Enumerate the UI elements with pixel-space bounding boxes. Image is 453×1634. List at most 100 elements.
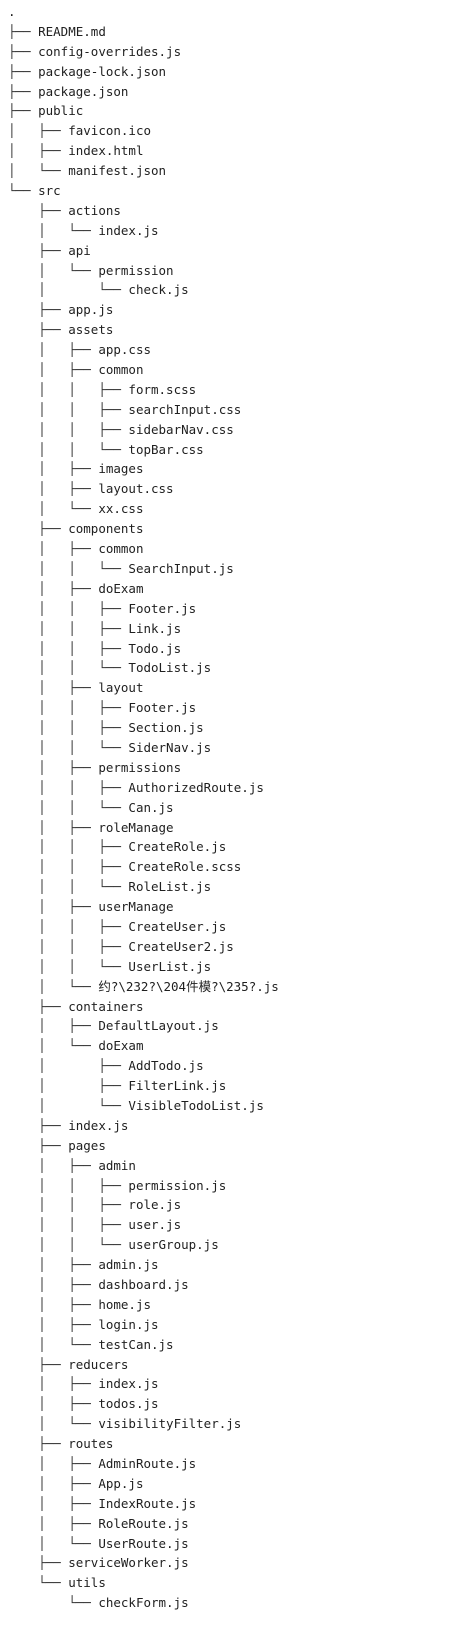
tree-line: │ │ ├── user.js [8,1215,279,1235]
tree-line: │ │ ├── role.js [8,1195,279,1215]
tree-entry-name: IndexRoute.js [98,1495,197,1511]
tree-line: │ ├── FilterLink.js [8,1076,279,1096]
tree-line: │ └── doExam [8,1036,279,1056]
tree-line: ├── index.js [8,1116,279,1136]
tree-entry-name: visibilityFilter.js [98,1416,242,1432]
tree-line: . [8,2,279,22]
tree-branch-prefix: ├── [8,521,69,537]
tree-entry-name: AddTodo.js [128,1058,204,1074]
tree-branch-prefix: │ └── [8,978,99,994]
tree-line: │ │ └── SearchInput.js [8,559,279,579]
tree-line: │ │ ├── CreateRole.js [8,837,279,857]
tree-branch-prefix: │ │ └── [8,799,129,815]
tree-branch-prefix: │ ├── [8,1296,99,1312]
tree-line: └── utils [8,1573,279,1593]
tree-branch-prefix: │ │ └── [8,958,129,974]
tree-entry-name: public [38,103,84,119]
tree-entry-name: permission.js [128,1177,227,1193]
tree-line: │ │ └── TodoList.js [8,658,279,678]
tree-entry-name: userManage [98,899,174,915]
tree-line: │ ├── AdminRoute.js [8,1454,279,1474]
tree-entry-name: . [8,4,16,19]
tree-entry-name: containers [68,998,144,1014]
tree-line: │ ├── DefaultLayout.js [8,1016,279,1036]
tree-entry-name: src [38,183,61,199]
tree-branch-prefix: │ └── [8,1038,99,1054]
tree-line: │ │ └── topBar.css [8,440,279,460]
tree-branch-prefix: │ │ ├── [8,779,129,795]
tree-entry-name: assets [68,322,114,338]
tree-entry-name: Footer.js [128,600,197,616]
tree-line: │ └── UserRoute.js [8,1534,279,1554]
tree-branch-prefix: │ │ ├── [8,1177,129,1193]
tree-line: ├── pages [8,1136,279,1156]
tree-branch-prefix: │ │ ├── [8,401,129,417]
tree-entry-name: sidebarNav.css [128,421,234,437]
tree-branch-prefix: │ ├── [8,1495,99,1511]
tree-entry-name: Footer.js [128,700,197,716]
tree-line: ├── public [8,101,279,121]
tree-line: │ └── testCan.js [8,1335,279,1355]
tree-entry-name: images [98,461,144,477]
tree-line: ├── routes [8,1434,279,1454]
tree-line: │ ├── permissions [8,758,279,778]
tree-line: │ ├── userManage [8,897,279,917]
tree-branch-prefix: │ ├── [8,1475,99,1491]
tree-line: │ └── visibilityFilter.js [8,1414,279,1434]
tree-line: │ │ ├── CreateUser2.js [8,937,279,957]
tree-branch-prefix: └── [8,1575,69,1591]
tree-line: │ ├── App.js [8,1474,279,1494]
tree-branch-prefix: │ │ ├── [8,938,129,954]
tree-line: │ ├── roleManage [8,818,279,838]
tree-entry-name: reducers [68,1356,129,1372]
tree-branch-prefix: │ └── [8,222,99,238]
tree-branch-prefix: │ ├── [8,362,99,378]
tree-branch-prefix: │ ├── [8,1257,99,1273]
tree-branch-prefix: │ ├── [8,899,99,915]
tree-entry-name: admin.js [98,1257,159,1273]
tree-entry-name: CreateRole.scss [128,859,242,875]
tree-entry-name: topBar.css [128,441,204,457]
tree-line: │ └── xx.css [8,499,279,519]
tree-line: │ │ └── userGroup.js [8,1235,279,1255]
tree-branch-prefix: │ │ └── [8,660,129,676]
tree-entry-name: app.css [98,342,151,358]
directory-tree: . ├── README.md ├── config-overrides.js ├──… [8,2,279,1613]
tree-line: │ ├── common [8,539,279,559]
tree-branch-prefix: │ └── [8,1097,129,1113]
tree-branch-prefix: │ │ └── [8,441,129,457]
tree-entry-name: CreateUser2.js [128,938,234,954]
tree-branch-prefix: │ │ ├── [8,859,129,875]
tree-branch-prefix: │ │ └── [8,879,129,895]
tree-line: │ ├── layout.css [8,479,279,499]
tree-line: └── checkForm.js [8,1593,279,1613]
tree-entry-name: checkForm.js [98,1595,189,1611]
tree-entry-name: dashboard.js [98,1277,189,1292]
tree-branch-prefix: │ │ ├── [8,839,129,855]
tree-branch-prefix: │ │ └── [8,1237,129,1253]
tree-line: │ ├── AddTodo.js [8,1056,279,1076]
tree-branch-prefix: ├── [8,998,69,1014]
tree-branch-prefix: │ ├── [8,580,99,596]
tree-line: ├── components [8,519,279,539]
tree-line: ├── package.json [8,82,279,102]
tree-entry-name: VisibleTodoList.js [128,1097,264,1113]
tree-branch-prefix: │ │ ├── [8,421,129,437]
tree-entry-name: CreateRole.js [128,839,227,855]
tree-branch-prefix: │ ├── [8,1277,99,1292]
tree-line: ├── actions [8,201,279,221]
tree-line: ├── containers [8,997,279,1017]
tree-line: ├── assets [8,320,279,340]
tree-entry-name: TodoList.js [128,660,212,676]
tree-line: │ └── manifest.json [8,161,279,181]
tree-entry-name: index.html [68,143,144,159]
tree-entry-name: todos.js [98,1396,159,1412]
tree-entry-name: routes [68,1436,114,1452]
tree-line: │ │ └── Can.js [8,798,279,818]
tree-line: │ ├── todos.js [8,1394,279,1414]
tree-line: ├── reducers [8,1355,279,1375]
tree-entry-name: RoleRoute.js [98,1515,189,1531]
tree-branch-prefix: ├── [8,202,69,218]
tree-branch-prefix: │ │ ├── [8,700,129,716]
tree-branch-prefix: │ └── [8,501,99,517]
